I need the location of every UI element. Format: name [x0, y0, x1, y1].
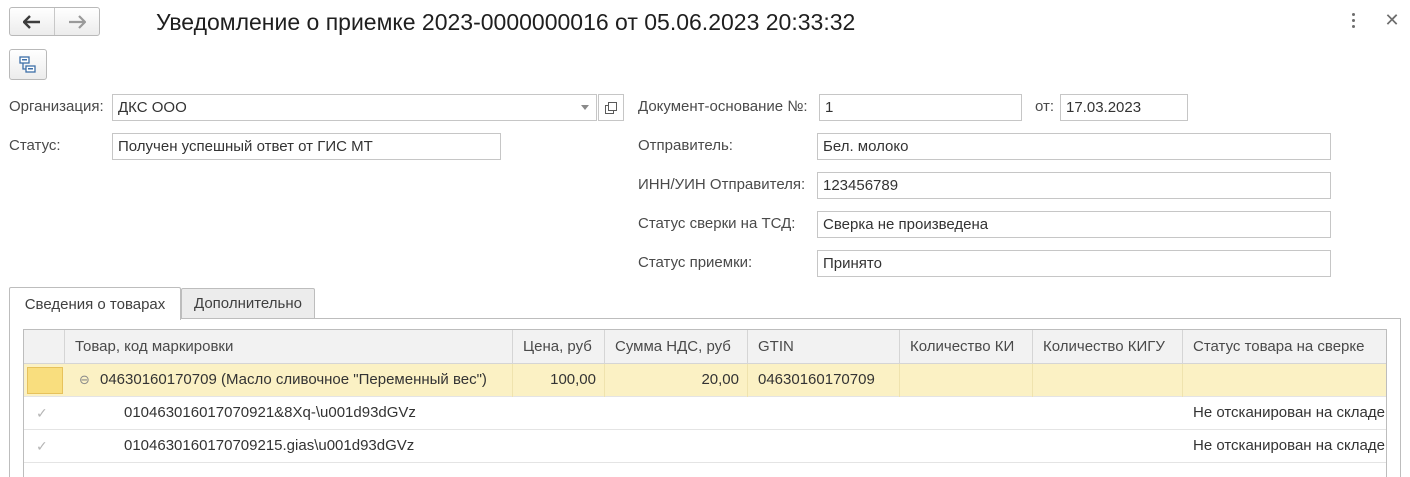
window-title: Уведомление о приемке 2023-0000000016 от… — [156, 9, 856, 35]
base-document-label: Документ-основание №: — [638, 98, 808, 115]
checkmark-icon: ✓ — [36, 405, 48, 421]
marking-code-cell: 0104630160170709215.gias\u001d93dGVz — [124, 437, 415, 454]
organization-open-button[interactable] — [598, 94, 624, 121]
more-vertical-icon[interactable] — [1346, 10, 1360, 30]
table-row[interactable]: ✓ 0104630160170709215.gias\u001d93dGVz Н… — [24, 430, 1386, 463]
qty-kigu-cell — [1033, 397, 1183, 430]
collapse-icon[interactable]: ⊖ — [79, 364, 93, 397]
goods-table: Товар, код маркировки Цена, руб Сумма НД… — [23, 329, 1387, 477]
qty-ki-cell — [900, 397, 1033, 430]
sender-field[interactable]: Бел. молоко — [817, 133, 1331, 160]
acceptance-status-label: Статус приемки: — [638, 254, 753, 271]
table-row[interactable]: ⊖ 04630160170709 (Масло сливочное "Перем… — [24, 364, 1386, 397]
forward-button[interactable] — [54, 8, 99, 35]
qty-ki-cell — [900, 430, 1033, 463]
base-document-field[interactable]: 1 — [819, 94, 1022, 121]
sender-label: Отправитель: — [638, 137, 733, 154]
qty-kigu-cell — [1033, 364, 1183, 397]
tsd-status-label: Статус сверки на ТСД: — [638, 215, 796, 232]
organization-label: Организация: — [9, 98, 104, 115]
base-document-date-field[interactable]: 17.03.2023 — [1060, 94, 1188, 121]
arrow-right-icon — [69, 14, 86, 29]
sender-inn-field[interactable]: 123456789 — [817, 172, 1331, 199]
gtin-cell — [748, 397, 900, 430]
chevron-down-icon — [580, 105, 589, 110]
back-button[interactable] — [10, 8, 54, 35]
column-header-qty-ki[interactable]: Количество КИ — [900, 330, 1033, 364]
status-field[interactable]: Получен успешный ответ от ГИС МТ — [112, 133, 501, 160]
status-cell — [1183, 364, 1386, 397]
hierarchy-icon — [19, 55, 36, 73]
status-label: Статус: — [9, 137, 61, 154]
column-header-vat[interactable]: Сумма НДС, руб — [605, 330, 748, 364]
tab-additional[interactable]: Дополнительно — [181, 288, 315, 318]
organization-field[interactable]: ДКС ООО — [112, 94, 574, 121]
price-cell — [513, 397, 605, 430]
column-header-product[interactable]: Товар, код маркировки — [65, 330, 513, 364]
column-header-status[interactable]: Статус товара на сверке — [1183, 330, 1386, 364]
product-cell: 04630160170709 (Масло сливочное "Перемен… — [100, 364, 513, 397]
base-document-date-label: от: — [1035, 98, 1055, 115]
organization-dropdown-button[interactable] — [573, 94, 597, 121]
column-header-gtin[interactable]: GTIN — [748, 330, 900, 364]
column-header-qty-kigu[interactable]: Количество КИГУ — [1033, 330, 1183, 364]
qty-ki-cell — [900, 364, 1033, 397]
column-header-price[interactable]: Цена, руб — [513, 330, 605, 364]
marking-code-cell: 010463016017070921&8Xq-\u001d93dGVz — [124, 404, 416, 421]
row-selection-marker — [27, 367, 63, 394]
qty-kigu-cell — [1033, 430, 1183, 463]
checkmark-icon: ✓ — [36, 438, 48, 454]
structure-button[interactable] — [9, 49, 47, 80]
open-window-icon — [605, 101, 617, 114]
gtin-cell — [748, 430, 900, 463]
price-cell: 100,00 — [513, 364, 605, 397]
status-cell: Не отсканирован на складе — [1193, 437, 1385, 454]
price-cell — [513, 430, 605, 463]
table-header-marker — [24, 330, 65, 364]
acceptance-status-field[interactable]: Принято — [817, 250, 1331, 277]
close-icon[interactable]: ✕ — [1382, 8, 1402, 32]
sender-inn-label: ИНН/УИН Отправителя: — [638, 176, 806, 193]
vat-cell — [605, 430, 748, 463]
status-cell: Не отсканирован на складе — [1193, 404, 1385, 421]
navigation-buttons — [9, 7, 100, 36]
table-row[interactable]: ✓ 010463016017070921&8Xq-\u001d93dGVz Не… — [24, 397, 1386, 430]
vat-cell: 20,00 — [605, 364, 748, 397]
tab-goods-info[interactable]: Сведения о товарах — [9, 287, 181, 320]
arrow-left-icon — [23, 14, 40, 29]
vat-cell — [605, 397, 748, 430]
gtin-cell: 04630160170709 — [748, 364, 900, 397]
tsd-status-field[interactable]: Сверка не произведена — [817, 211, 1331, 238]
